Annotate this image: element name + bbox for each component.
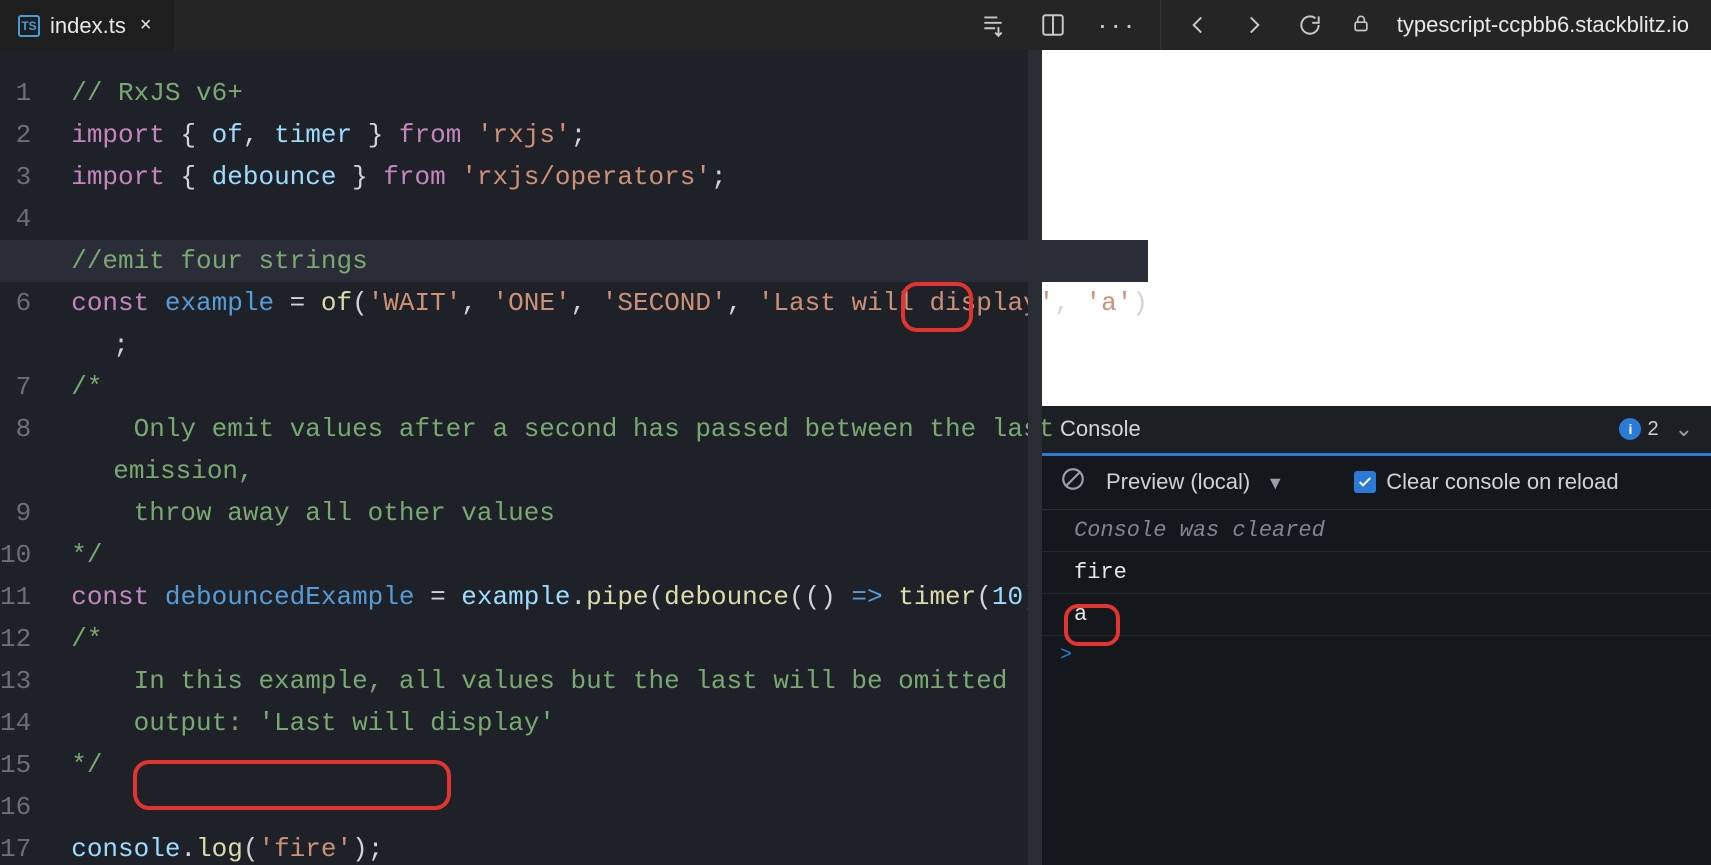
console-prompt[interactable]: > — [1042, 636, 1711, 675]
typescript-file-icon: TS — [18, 15, 40, 37]
console-cleared-message: Console was cleared — [1042, 510, 1711, 552]
code-editor[interactable]: 12345678910111213141516171819 // RxJS v6… — [0, 50, 1042, 865]
tab-filename: index.ts — [50, 13, 126, 39]
split-editor-icon[interactable] — [1038, 10, 1068, 40]
console-output[interactable]: Console was clearedfirea> — [1042, 510, 1711, 865]
checkbox-checked-icon — [1354, 471, 1376, 493]
info-badge-icon: i — [1619, 418, 1641, 440]
forward-icon[interactable] — [1239, 10, 1269, 40]
code-area[interactable]: // RxJS v6+import { of, timer } from 'rx… — [49, 50, 1158, 865]
line-number-gutter: 12345678910111213141516171819 — [0, 50, 49, 865]
reload-icon[interactable] — [1295, 10, 1325, 40]
more-actions-icon[interactable]: ··· — [1098, 11, 1138, 39]
console-log-row: fire — [1042, 552, 1711, 594]
editor-toolbar: ··· — [956, 0, 1160, 50]
format-icon[interactable] — [978, 10, 1008, 40]
close-tab-icon[interactable]: × — [136, 14, 156, 37]
clear-on-reload-checkbox[interactable]: Clear console on reload — [1354, 469, 1618, 495]
console-message-count: i 2 — [1619, 418, 1658, 441]
dropdown-caret-icon: ▼ — [1266, 473, 1284, 493]
preview-url[interactable]: typescript-ccpbb6.stackblitz.io — [1397, 12, 1689, 38]
chevron-down-icon[interactable]: ⌄ — [1675, 416, 1693, 442]
lock-icon — [1351, 12, 1371, 39]
topbar: TS index.ts × ··· — [0, 0, 1711, 50]
console-log-row: a — [1042, 594, 1711, 636]
back-icon[interactable] — [1183, 10, 1213, 40]
editor-tab[interactable]: TS index.ts × — [0, 0, 174, 50]
preview-toolbar: typescript-ccpbb6.stackblitz.io — [1160, 0, 1711, 50]
